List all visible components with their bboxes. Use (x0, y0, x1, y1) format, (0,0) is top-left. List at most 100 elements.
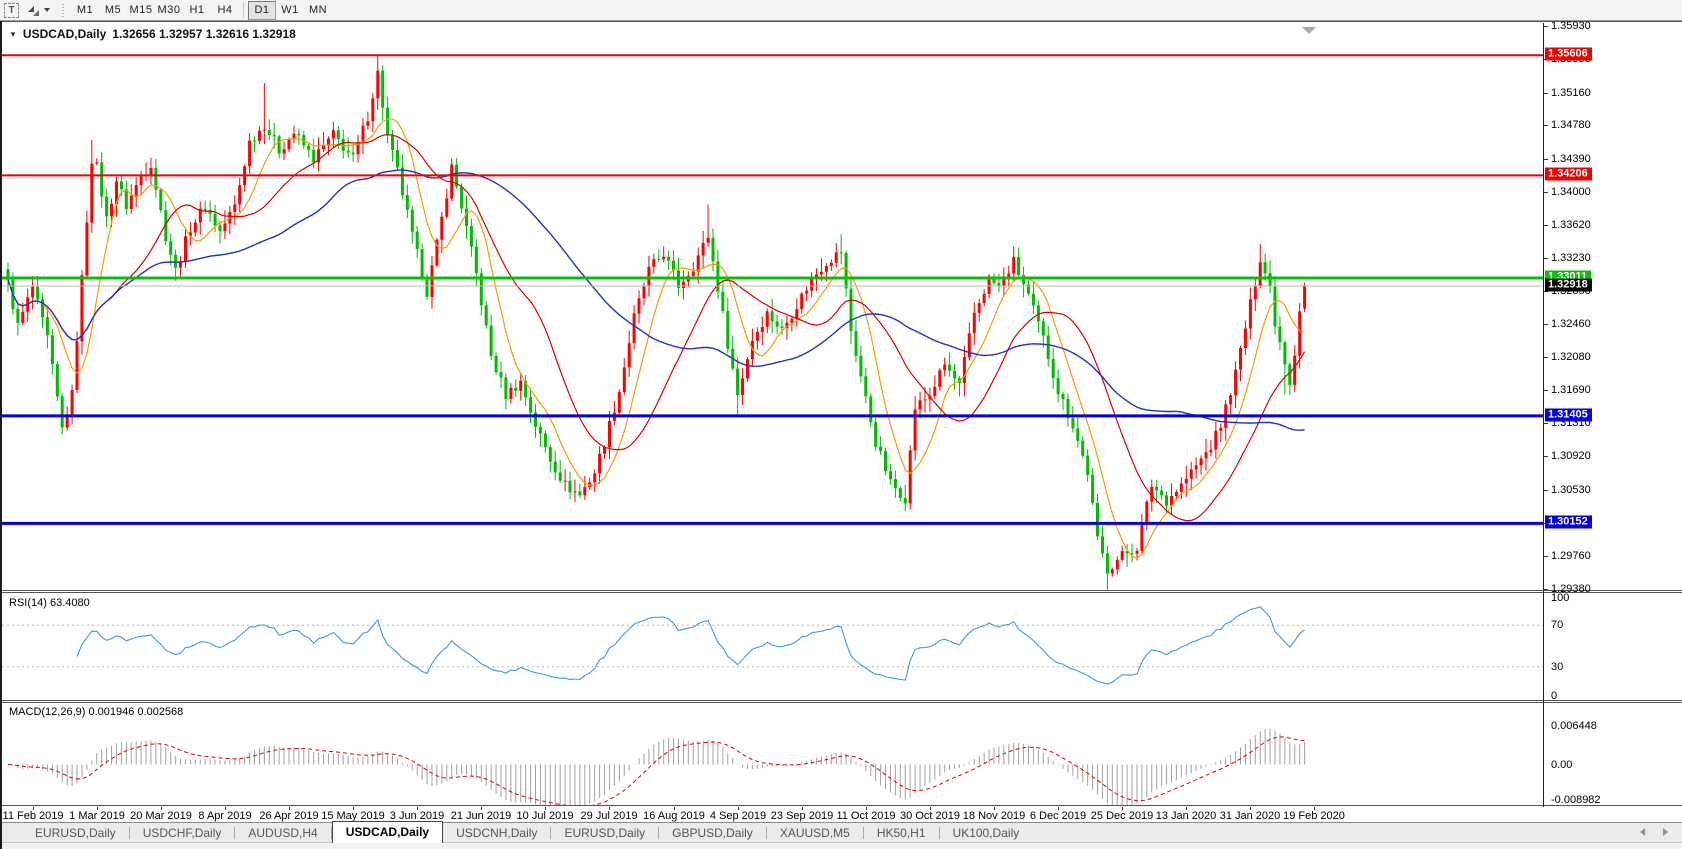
chart-window: ▼ USDCAD,Daily 1.32656 1.32957 1.32616 1… (0, 20, 1682, 849)
price-tick (1544, 225, 1548, 226)
current-price-price-label: 1.32918 (1545, 278, 1592, 292)
price-tick (1544, 192, 1548, 193)
date-label: 26 Apr 2019 (259, 810, 319, 822)
timeframe-button-h1[interactable]: H1 (183, 1, 211, 20)
price-tick (1544, 324, 1548, 325)
price-axis[interactable]: 1.359301.355501.351601.347801.343901.340… (1543, 20, 1682, 595)
chart-symbol: USDCAD,Daily (22, 27, 107, 41)
timeframe-button-mn[interactable]: MN (304, 1, 332, 20)
rsi-axis-label: 70 (1551, 619, 1564, 631)
chart-title: ▼ USDCAD,Daily 1.32656 1.32957 1.32616 1… (9, 27, 296, 41)
price-tick (1544, 93, 1548, 94)
chart-tab-hk50-h1[interactable]: HK50,H1 (864, 823, 939, 843)
date-label: 18 Nov 2019 (962, 810, 1026, 822)
chart-tab-usdcad-daily[interactable]: USDCAD,Daily (331, 820, 444, 843)
chart-tab-eurusd-daily[interactable]: EURUSD,Daily (22, 823, 129, 843)
date-label: 20 Mar 2019 (130, 810, 192, 822)
resistance-line-price-label: 1.35606 (1545, 47, 1592, 61)
tab-scroll-nav (1640, 822, 1668, 842)
timeframe-button-m1[interactable]: M1 (71, 1, 99, 20)
date-label: 13 Jan 2020 (1155, 810, 1217, 822)
date-label: 4 Sep 2019 (709, 810, 767, 822)
rsi-plot[interactable] (2, 593, 1543, 699)
date-label: 16 Aug 2019 (643, 810, 705, 822)
macd-axis-label: 0.00 (1551, 759, 1573, 771)
date-label: 11 Feb 2019 (2, 810, 64, 822)
chart-shift-marker (1302, 27, 1316, 34)
chart-tab-bar: EURUSD,Daily USDCHF,Daily AUDUSD,H4 USDCAD,… (2, 820, 1682, 843)
timeframe-group: M1 M5 M15 M30 H1 H4 D1 W1 MN (71, 0, 332, 20)
timeframe-button-m15[interactable]: M15 (127, 1, 155, 20)
status-strip (2, 842, 1682, 849)
date-label: 1 Mar 2019 (69, 810, 125, 822)
chevron-down-icon (44, 8, 50, 12)
macd-axis[interactable]: 0.006448 0.00 -0.008982 (1543, 702, 1682, 806)
price-tick (1544, 159, 1548, 160)
timeframe-button-d1[interactable]: D1 (248, 0, 276, 20)
macd-plot[interactable] (2, 703, 1543, 805)
price-tick-label: 1.35160 (1551, 87, 1591, 99)
rsi-axis-label: 30 (1551, 661, 1564, 673)
price-tick (1544, 556, 1548, 557)
collapse-icon[interactable]: ▼ (9, 30, 17, 39)
price-tick (1544, 589, 1548, 590)
chart-tab-audusd-h4[interactable]: AUDUSD,H4 (235, 823, 330, 843)
price-tick-label: 1.34000 (1551, 186, 1591, 198)
date-label: 6 Dec 2019 (1029, 810, 1087, 822)
chart-tab-gbpusd-daily[interactable]: GBPUSD,Daily (659, 823, 766, 843)
date-axis[interactable]: 11 Feb 2019 1 Mar 2019 20 Mar 2019 8 Apr 20… (2, 807, 1682, 822)
rsi-axis[interactable]: 100 70 30 0 (1543, 592, 1682, 702)
scroll-tabs-left-icon[interactable] (1640, 828, 1645, 836)
price-tick-label: 1.32460 (1551, 318, 1591, 330)
price-tick (1544, 456, 1548, 457)
chart-ohlc-values: 1.32656 1.32957 1.32616 1.32918 (112, 27, 296, 41)
chart-tab-usdchf-daily[interactable]: USDCHF,Daily (130, 823, 235, 843)
cursor-arrows-icon (27, 4, 40, 16)
mt4-terminal: T M1 M5 M15 M30 H1 H4 D1 W1 MN ▼ USDCAD,… (0, 0, 1682, 849)
price-tick-label: 1.32080 (1551, 351, 1591, 363)
price-tick (1544, 357, 1548, 358)
price-tick-label: 1.34780 (1551, 119, 1591, 131)
price-tick-label: 1.35930 (1551, 20, 1591, 32)
date-label: 25 Dec 2019 (1090, 810, 1154, 822)
date-label: 8 Apr 2019 (198, 810, 252, 822)
support-line-price-label: 1.30152 (1545, 515, 1592, 529)
price-tick (1544, 423, 1548, 424)
rsi-axis-label: 0 (1551, 690, 1558, 702)
date-label: 23 Sep 2019 (770, 810, 834, 822)
price-tick-label: 1.34390 (1551, 153, 1591, 165)
toolbar-separator (243, 2, 244, 18)
timeframe-button-w1[interactable]: W1 (276, 1, 304, 20)
price-panel-border-bottom (2, 590, 1682, 591)
timeframe-button-m5[interactable]: M5 (99, 1, 127, 20)
rsi-axis-label: 100 (1551, 592, 1570, 604)
price-tick-label: 1.29760 (1551, 550, 1591, 562)
date-label: 10 Jul 2019 (516, 810, 574, 822)
scroll-tabs-right-icon[interactable] (1663, 828, 1668, 836)
price-tick-label: 1.31690 (1551, 384, 1591, 396)
macd-panel-border-bottom (2, 805, 1682, 806)
price-chart-plot[interactable] (2, 22, 1543, 590)
toolbar-grip (61, 2, 66, 18)
price-tick (1544, 390, 1548, 391)
rsi-label: RSI(14) 63.4080 (9, 597, 90, 609)
price-tick (1544, 26, 1548, 27)
cursor-style-tool-button[interactable] (24, 2, 53, 19)
timeframe-button-m30[interactable]: M30 (155, 1, 183, 20)
text-label-icon: T (4, 2, 19, 18)
chart-tab-xauusd-m5[interactable]: XAUUSD,M5 (767, 823, 863, 843)
macd-axis-label: -0.008982 (1551, 794, 1601, 806)
price-tick-label: 1.33230 (1551, 252, 1591, 264)
price-tick (1544, 490, 1548, 491)
chart-tab-eurusd-daily[interactable]: EURUSD,Daily (551, 823, 658, 843)
macd-label: MACD(12,26,9) 0.001946 0.002568 (9, 706, 184, 718)
text-label-tool-button[interactable]: T (1, 2, 22, 19)
support-line-price-label: 1.31405 (1545, 408, 1592, 422)
date-label: 11 Oct 2019 (836, 810, 896, 822)
price-tick (1544, 125, 1548, 126)
chart-tab-uk100-daily[interactable]: UK100,Daily (940, 823, 1033, 843)
date-label: 29 Jul 2019 (580, 810, 638, 822)
price-tick (1544, 258, 1548, 259)
chart-tab-usdcnh-daily[interactable]: USDCNH,Daily (443, 823, 550, 843)
timeframe-button-h4[interactable]: H4 (211, 1, 239, 20)
